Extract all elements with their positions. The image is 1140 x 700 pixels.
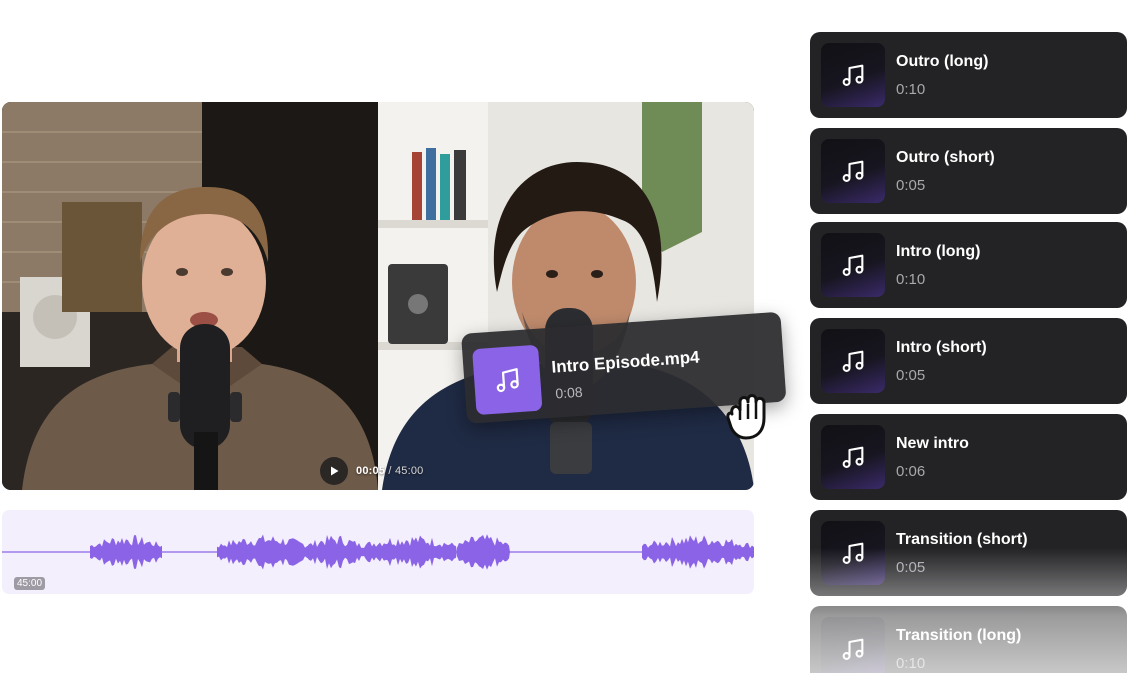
music-note-icon: [842, 160, 864, 182]
audio-item-title: New intro: [896, 435, 969, 452]
clip-name: Intro Episode.mp4: [550, 347, 701, 377]
total-time: 45:00: [394, 465, 424, 477]
audio-thumbnail: [821, 521, 885, 585]
audio-item-outro-short[interactable]: Outro (short) 0:05: [810, 128, 1127, 214]
audio-thumbnail: [821, 425, 885, 489]
player-controls: 00:05 / 45:00: [320, 457, 423, 485]
waveform-segment: [307, 535, 362, 569]
audio-item-outro-long[interactable]: Outro (long) 0:10: [810, 32, 1127, 118]
music-note-icon: [842, 446, 864, 468]
audio-thumbnail: [821, 617, 885, 673]
audio-item-duration: 0:05: [896, 367, 926, 384]
audio-item-transition-long[interactable]: Transition (long) 0:10: [810, 606, 1127, 673]
music-note-icon: [842, 542, 864, 564]
audio-item-intro-long[interactable]: Intro (long) 0:10: [810, 222, 1127, 308]
waveform-segment: [90, 535, 162, 569]
play-button[interactable]: [320, 457, 348, 485]
waveform-graph: [2, 534, 754, 570]
audio-item-title: Transition (long): [896, 627, 1022, 644]
music-note-icon: [842, 350, 864, 372]
current-time: 00:05: [356, 465, 386, 477]
audio-thumbnail: [821, 329, 885, 393]
waveform-segment: [457, 534, 510, 570]
music-note-icon: [842, 638, 864, 660]
audio-item-title: Intro (long): [896, 243, 981, 260]
grab-cursor-icon: [726, 394, 766, 440]
play-icon: [331, 466, 339, 476]
audio-item-intro-short[interactable]: Intro (short) 0:05: [810, 318, 1127, 404]
audio-item-new-intro[interactable]: New intro 0:06: [810, 414, 1127, 500]
time-display: 00:05 / 45:00: [356, 465, 423, 477]
waveform-segment: [217, 534, 312, 570]
audio-clip-list[interactable]: Outro (long) 0:10 Outro (short) 0:05 Int…: [806, 0, 1140, 673]
music-note-icon: [842, 254, 864, 276]
audio-thumbnail: [821, 43, 885, 107]
audio-thumbnail: [821, 139, 885, 203]
music-note-icon: [496, 368, 519, 393]
audio-item-duration: 0:10: [896, 81, 926, 98]
audio-item-title: Intro (short): [896, 339, 987, 356]
audio-item-title: Transition (short): [896, 531, 1028, 548]
video-player[interactable]: 00:05 / 45:00: [2, 102, 754, 490]
audio-item-title: Outro (short): [896, 149, 995, 166]
video-frame: [2, 102, 754, 490]
time-separator: /: [388, 465, 392, 477]
audio-item-duration: 0:05: [896, 177, 926, 194]
audio-thumbnail: [821, 233, 885, 297]
audio-item-duration: 0:05: [896, 559, 926, 576]
waveform-segment: [642, 535, 754, 569]
clip-thumbnail: [472, 344, 543, 416]
waveform-segment: [360, 535, 457, 569]
audio-item-duration: 0:06: [896, 463, 926, 480]
music-note-icon: [842, 64, 864, 86]
audio-item-title: Outro (long): [896, 53, 989, 70]
audio-waveform[interactable]: 45:00: [2, 510, 754, 594]
clip-duration: 0:08: [554, 383, 584, 402]
audio-item-duration: 0:10: [896, 271, 926, 288]
audio-item-duration: 0:10: [896, 655, 926, 672]
audio-item-transition-short[interactable]: Transition (short) 0:05: [810, 510, 1127, 596]
waveform-time-label: 45:00: [14, 577, 46, 590]
